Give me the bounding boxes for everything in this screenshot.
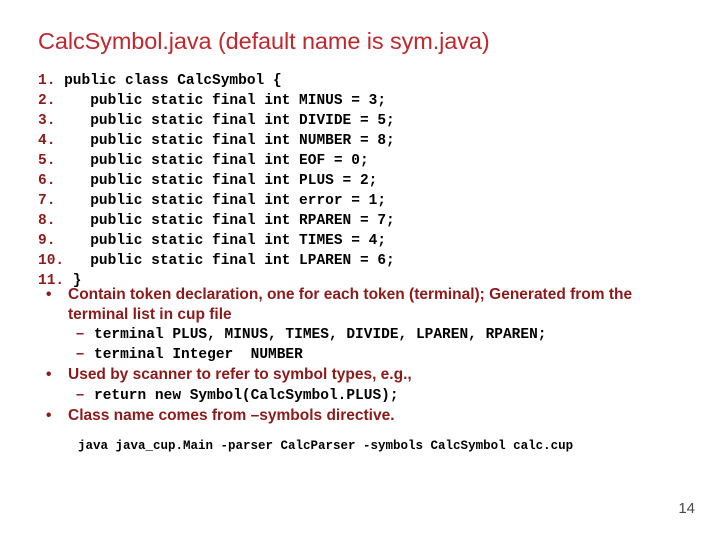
code-line: 9. public static final int TIMES = 4; bbox=[38, 231, 688, 251]
code-line: 2. public static final int MINUS = 3; bbox=[38, 91, 688, 111]
bullet-item: • Contain token declaration, one for each… bbox=[38, 285, 686, 324]
code-line: 1. public class CalcSymbol { bbox=[38, 71, 688, 91]
code-line-number: 7. bbox=[38, 193, 56, 209]
code-line: 5. public static final int EOF = 0; bbox=[38, 151, 688, 171]
bullet-text: Class name comes from –symbols directive… bbox=[68, 406, 395, 424]
bullet-text: Used by scanner to refer to symbol types… bbox=[68, 366, 412, 383]
bullet-item: • Used by scanner to refer to symbol type… bbox=[38, 365, 686, 385]
code-line-number: 1. bbox=[38, 73, 56, 89]
code-line-source: public class CalcSymbol { bbox=[55, 73, 282, 89]
sub-bullet-item: – terminal Integer NUMBER bbox=[38, 345, 686, 365]
bullet-text: terminal Integer NUMBER bbox=[94, 347, 303, 363]
code-line-number: 8. bbox=[38, 213, 56, 229]
dash-marker-icon: – bbox=[76, 326, 85, 342]
code-line-source: public static final int DIVIDE = 5; bbox=[55, 113, 395, 129]
bullet-text: terminal PLUS, MINUS, TIMES, DIVIDE, LPA… bbox=[94, 327, 547, 343]
command-line-example: java java_cup.Main -parser CalcParser -s… bbox=[78, 439, 574, 453]
bullet-text: return new Symbol(CalcSymbol.PLUS); bbox=[94, 387, 399, 404]
bullet-list: • Contain token declaration, one for each… bbox=[38, 285, 686, 426]
sub-bullet-item: – terminal PLUS, MINUS, TIMES, DIVIDE, LP… bbox=[38, 325, 686, 345]
code-line-source: public static final int EOF = 0; bbox=[55, 153, 369, 169]
code-line-number: 2. bbox=[38, 93, 56, 109]
code-listing: 1. public class CalcSymbol {2. public st… bbox=[38, 71, 688, 291]
dash-marker-icon: – bbox=[76, 346, 85, 362]
code-line-number: 10. bbox=[38, 253, 65, 269]
slide-canvas: CalcSymbol.java (default name is sym.jav… bbox=[0, 0, 720, 540]
bullet-text: Contain token declaration, one for each … bbox=[68, 286, 633, 323]
code-line-source: public static final int TIMES = 4; bbox=[55, 233, 387, 249]
code-line-source: public static final int LPAREN = 6; bbox=[64, 253, 395, 269]
code-line-number: 6. bbox=[38, 173, 56, 189]
bullet-marker-icon: • bbox=[46, 286, 52, 303]
code-line: 10. public static final int LPAREN = 6; bbox=[38, 251, 688, 271]
dash-marker-icon: – bbox=[76, 386, 85, 403]
code-line-number: 5. bbox=[38, 153, 56, 169]
code-line: 4. public static final int NUMBER = 8; bbox=[38, 131, 688, 151]
page-title: CalcSymbol.java (default name is sym.jav… bbox=[38, 28, 490, 54]
bullet-item: • Class name comes from –symbols directiv… bbox=[38, 406, 686, 426]
code-line-number: 4. bbox=[38, 133, 56, 149]
sub-bullet-item: – return new Symbol(CalcSymbol.PLUS); bbox=[38, 386, 686, 406]
code-line-source: public static final int NUMBER = 8; bbox=[55, 133, 395, 149]
page-number: 14 bbox=[678, 500, 695, 517]
code-line: 7. public static final int error = 1; bbox=[38, 191, 688, 211]
bullet-marker-icon: • bbox=[46, 406, 52, 424]
code-line-source: public static final int error = 1; bbox=[55, 193, 387, 209]
code-line-number: 3. bbox=[38, 113, 56, 129]
code-line: 3. public static final int DIVIDE = 5; bbox=[38, 111, 688, 131]
code-line-source: public static final int RPAREN = 7; bbox=[55, 213, 395, 229]
code-line: 6. public static final int PLUS = 2; bbox=[38, 171, 688, 191]
bullet-marker-icon: • bbox=[46, 366, 52, 383]
code-line-number: 9. bbox=[38, 233, 56, 249]
code-line-source: public static final int MINUS = 3; bbox=[55, 93, 387, 109]
code-line-source: public static final int PLUS = 2; bbox=[55, 173, 378, 189]
code-line: 8. public static final int RPAREN = 7; bbox=[38, 211, 688, 231]
